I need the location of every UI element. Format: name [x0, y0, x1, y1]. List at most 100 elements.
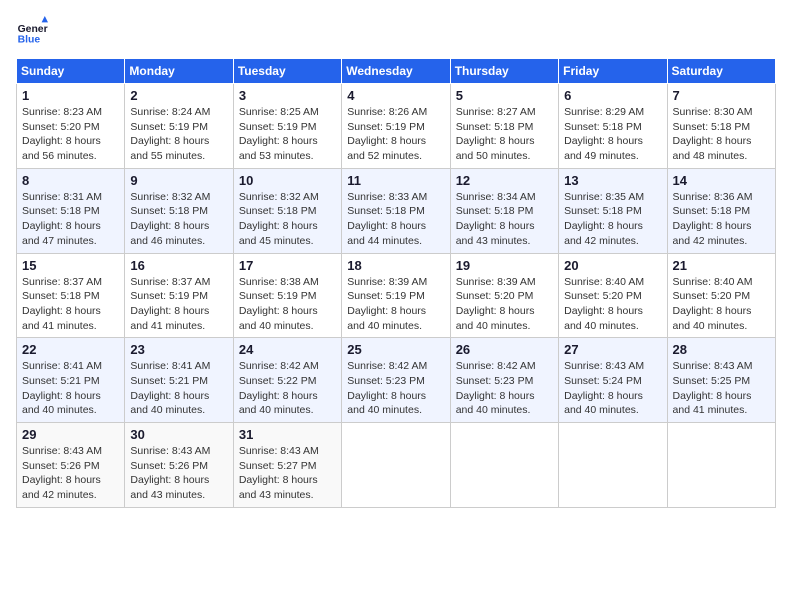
day-info: Sunrise: 8:43 AMSunset: 5:24 PMDaylight:…	[564, 359, 661, 418]
day-number: 2	[130, 88, 227, 103]
day-number: 5	[456, 88, 553, 103]
day-number: 27	[564, 342, 661, 357]
day-number: 19	[456, 258, 553, 273]
calendar-cell: 12 Sunrise: 8:34 AMSunset: 5:18 PMDaylig…	[450, 168, 558, 253]
page-header: General Blue	[16, 16, 776, 48]
day-info: Sunrise: 8:37 AMSunset: 5:19 PMDaylight:…	[130, 275, 227, 334]
day-info: Sunrise: 8:39 AMSunset: 5:20 PMDaylight:…	[456, 275, 553, 334]
calendar-cell: 18 Sunrise: 8:39 AMSunset: 5:19 PMDaylig…	[342, 253, 450, 338]
day-info: Sunrise: 8:26 AMSunset: 5:19 PMDaylight:…	[347, 105, 444, 164]
day-info: Sunrise: 8:43 AMSunset: 5:25 PMDaylight:…	[673, 359, 770, 418]
day-number: 15	[22, 258, 119, 273]
calendar-cell: 1 Sunrise: 8:23 AMSunset: 5:20 PMDayligh…	[17, 84, 125, 169]
calendar-table: SundayMondayTuesdayWednesdayThursdayFrid…	[16, 58, 776, 508]
calendar-cell: 28 Sunrise: 8:43 AMSunset: 5:25 PMDaylig…	[667, 338, 775, 423]
calendar-week-3: 15 Sunrise: 8:37 AMSunset: 5:18 PMDaylig…	[17, 253, 776, 338]
calendar-cell: 14 Sunrise: 8:36 AMSunset: 5:18 PMDaylig…	[667, 168, 775, 253]
day-info: Sunrise: 8:32 AMSunset: 5:18 PMDaylight:…	[239, 190, 336, 249]
calendar-week-2: 8 Sunrise: 8:31 AMSunset: 5:18 PMDayligh…	[17, 168, 776, 253]
calendar-cell: 4 Sunrise: 8:26 AMSunset: 5:19 PMDayligh…	[342, 84, 450, 169]
day-info: Sunrise: 8:42 AMSunset: 5:23 PMDaylight:…	[347, 359, 444, 418]
day-number: 14	[673, 173, 770, 188]
day-info: Sunrise: 8:33 AMSunset: 5:18 PMDaylight:…	[347, 190, 444, 249]
calendar-cell: 20 Sunrise: 8:40 AMSunset: 5:20 PMDaylig…	[559, 253, 667, 338]
calendar-cell	[667, 423, 775, 508]
day-number: 18	[347, 258, 444, 273]
day-number: 21	[673, 258, 770, 273]
calendar-cell: 8 Sunrise: 8:31 AMSunset: 5:18 PMDayligh…	[17, 168, 125, 253]
day-number: 24	[239, 342, 336, 357]
calendar-cell	[559, 423, 667, 508]
day-number: 7	[673, 88, 770, 103]
day-number: 31	[239, 427, 336, 442]
svg-text:Blue: Blue	[18, 34, 41, 45]
calendar-cell: 15 Sunrise: 8:37 AMSunset: 5:18 PMDaylig…	[17, 253, 125, 338]
calendar-cell: 21 Sunrise: 8:40 AMSunset: 5:20 PMDaylig…	[667, 253, 775, 338]
day-info: Sunrise: 8:36 AMSunset: 5:18 PMDaylight:…	[673, 190, 770, 249]
calendar-cell: 16 Sunrise: 8:37 AMSunset: 5:19 PMDaylig…	[125, 253, 233, 338]
col-header-thursday: Thursday	[450, 59, 558, 84]
calendar-cell: 30 Sunrise: 8:43 AMSunset: 5:26 PMDaylig…	[125, 423, 233, 508]
calendar-cell: 6 Sunrise: 8:29 AMSunset: 5:18 PMDayligh…	[559, 84, 667, 169]
calendar-cell: 11 Sunrise: 8:33 AMSunset: 5:18 PMDaylig…	[342, 168, 450, 253]
day-number: 25	[347, 342, 444, 357]
col-header-sunday: Sunday	[17, 59, 125, 84]
calendar-cell: 25 Sunrise: 8:42 AMSunset: 5:23 PMDaylig…	[342, 338, 450, 423]
day-number: 26	[456, 342, 553, 357]
day-number: 22	[22, 342, 119, 357]
day-info: Sunrise: 8:43 AMSunset: 5:26 PMDaylight:…	[22, 444, 119, 503]
calendar-cell: 22 Sunrise: 8:41 AMSunset: 5:21 PMDaylig…	[17, 338, 125, 423]
calendar-cell: 24 Sunrise: 8:42 AMSunset: 5:22 PMDaylig…	[233, 338, 341, 423]
calendar-cell: 17 Sunrise: 8:38 AMSunset: 5:19 PMDaylig…	[233, 253, 341, 338]
day-number: 10	[239, 173, 336, 188]
calendar-cell: 31 Sunrise: 8:43 AMSunset: 5:27 PMDaylig…	[233, 423, 341, 508]
day-number: 20	[564, 258, 661, 273]
col-header-friday: Friday	[559, 59, 667, 84]
day-info: Sunrise: 8:40 AMSunset: 5:20 PMDaylight:…	[564, 275, 661, 334]
calendar-cell: 10 Sunrise: 8:32 AMSunset: 5:18 PMDaylig…	[233, 168, 341, 253]
calendar-header-row: SundayMondayTuesdayWednesdayThursdayFrid…	[17, 59, 776, 84]
calendar-week-1: 1 Sunrise: 8:23 AMSunset: 5:20 PMDayligh…	[17, 84, 776, 169]
day-number: 17	[239, 258, 336, 273]
col-header-monday: Monday	[125, 59, 233, 84]
day-info: Sunrise: 8:37 AMSunset: 5:18 PMDaylight:…	[22, 275, 119, 334]
calendar-week-5: 29 Sunrise: 8:43 AMSunset: 5:26 PMDaylig…	[17, 423, 776, 508]
day-info: Sunrise: 8:38 AMSunset: 5:19 PMDaylight:…	[239, 275, 336, 334]
col-header-saturday: Saturday	[667, 59, 775, 84]
day-info: Sunrise: 8:31 AMSunset: 5:18 PMDaylight:…	[22, 190, 119, 249]
day-number: 6	[564, 88, 661, 103]
day-info: Sunrise: 8:39 AMSunset: 5:19 PMDaylight:…	[347, 275, 444, 334]
calendar-cell: 13 Sunrise: 8:35 AMSunset: 5:18 PMDaylig…	[559, 168, 667, 253]
day-number: 3	[239, 88, 336, 103]
day-info: Sunrise: 8:25 AMSunset: 5:19 PMDaylight:…	[239, 105, 336, 164]
calendar-week-4: 22 Sunrise: 8:41 AMSunset: 5:21 PMDaylig…	[17, 338, 776, 423]
day-number: 30	[130, 427, 227, 442]
calendar-cell: 29 Sunrise: 8:43 AMSunset: 5:26 PMDaylig…	[17, 423, 125, 508]
calendar-cell: 27 Sunrise: 8:43 AMSunset: 5:24 PMDaylig…	[559, 338, 667, 423]
day-info: Sunrise: 8:30 AMSunset: 5:18 PMDaylight:…	[673, 105, 770, 164]
col-header-tuesday: Tuesday	[233, 59, 341, 84]
day-number: 29	[22, 427, 119, 442]
day-info: Sunrise: 8:24 AMSunset: 5:19 PMDaylight:…	[130, 105, 227, 164]
day-info: Sunrise: 8:42 AMSunset: 5:23 PMDaylight:…	[456, 359, 553, 418]
day-info: Sunrise: 8:34 AMSunset: 5:18 PMDaylight:…	[456, 190, 553, 249]
day-number: 4	[347, 88, 444, 103]
calendar-cell: 5 Sunrise: 8:27 AMSunset: 5:18 PMDayligh…	[450, 84, 558, 169]
day-number: 28	[673, 342, 770, 357]
calendar-cell: 2 Sunrise: 8:24 AMSunset: 5:19 PMDayligh…	[125, 84, 233, 169]
col-header-wednesday: Wednesday	[342, 59, 450, 84]
day-number: 13	[564, 173, 661, 188]
svg-text:General: General	[18, 24, 48, 35]
calendar-cell: 19 Sunrise: 8:39 AMSunset: 5:20 PMDaylig…	[450, 253, 558, 338]
calendar-cell: 7 Sunrise: 8:30 AMSunset: 5:18 PMDayligh…	[667, 84, 775, 169]
day-info: Sunrise: 8:27 AMSunset: 5:18 PMDaylight:…	[456, 105, 553, 164]
day-info: Sunrise: 8:43 AMSunset: 5:27 PMDaylight:…	[239, 444, 336, 503]
calendar-cell: 23 Sunrise: 8:41 AMSunset: 5:21 PMDaylig…	[125, 338, 233, 423]
calendar-cell	[450, 423, 558, 508]
day-info: Sunrise: 8:41 AMSunset: 5:21 PMDaylight:…	[130, 359, 227, 418]
calendar-cell	[342, 423, 450, 508]
calendar-cell: 26 Sunrise: 8:42 AMSunset: 5:23 PMDaylig…	[450, 338, 558, 423]
day-number: 16	[130, 258, 227, 273]
day-number: 1	[22, 88, 119, 103]
day-info: Sunrise: 8:42 AMSunset: 5:22 PMDaylight:…	[239, 359, 336, 418]
